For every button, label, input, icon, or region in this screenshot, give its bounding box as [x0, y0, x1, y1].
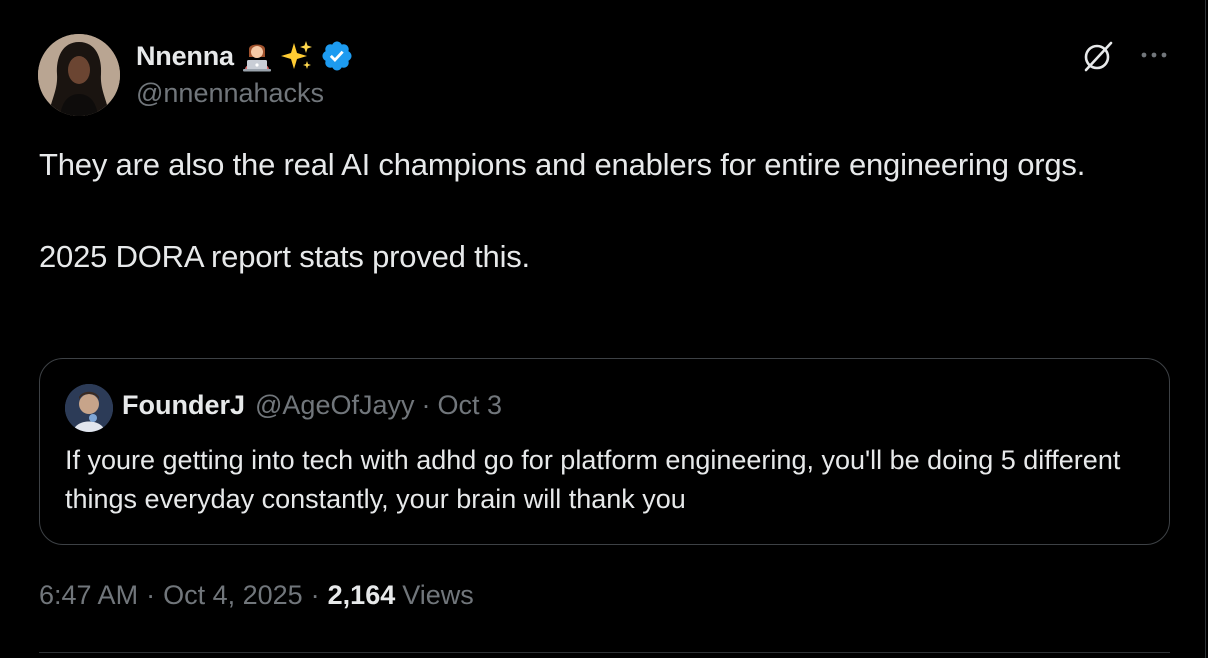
- post-text: They are also the real AI champions and …: [39, 142, 1169, 280]
- post-time[interactable]: 6:47 AM: [39, 580, 138, 611]
- post-metadata: 6:47 AM · Oct 4, 2025 · 2,164 Views: [39, 580, 474, 611]
- post-text-paragraph-1: They are also the real AI champions and …: [39, 147, 1086, 182]
- author-avatar[interactable]: [38, 34, 120, 116]
- post-date[interactable]: Oct 4, 2025: [163, 580, 303, 611]
- quoted-post-header: FounderJ @AgeOfJayy · Oct 3: [122, 390, 502, 421]
- quoted-post-separator: ·: [421, 390, 431, 420]
- author-handle[interactable]: @nnennahacks: [136, 78, 324, 109]
- more-options-icon[interactable]: [1137, 40, 1171, 70]
- quoted-author-photo: [65, 384, 113, 432]
- quoted-author-name[interactable]: FounderJ: [122, 390, 245, 421]
- verified-icon[interactable]: [320, 39, 354, 73]
- views-count: 2,164: [327, 580, 396, 610]
- meta-separator: ·: [310, 580, 320, 610]
- tweet-detail: Nnenna @nnennahacks They are also the re…: [0, 0, 1206, 658]
- author-display-name[interactable]: Nnenna: [136, 41, 234, 72]
- quoted-post-text: If youre getting into tech with adhd go …: [65, 445, 1121, 514]
- grok-icon[interactable]: [1080, 38, 1116, 74]
- meta-separator: ·: [146, 580, 156, 610]
- quoted-post[interactable]: FounderJ @AgeOfJayy · Oct 3 If youre get…: [39, 358, 1170, 545]
- quoted-author-handle[interactable]: @AgeOfJayy: [255, 390, 414, 421]
- quoted-author-avatar[interactable]: [65, 384, 113, 432]
- post-text-paragraph-2: 2025 DORA report stats proved this.: [39, 239, 530, 274]
- sparkles-emoji: [280, 39, 314, 73]
- woman-technologist-emoji: [240, 39, 274, 73]
- author-photo: [38, 34, 120, 116]
- divider: [39, 652, 1170, 653]
- quoted-post-date[interactable]: Oct 3: [437, 390, 502, 421]
- author-name-row[interactable]: Nnenna: [136, 36, 354, 76]
- post-text-spacer: [39, 188, 1169, 234]
- views-label: Views: [402, 580, 474, 610]
